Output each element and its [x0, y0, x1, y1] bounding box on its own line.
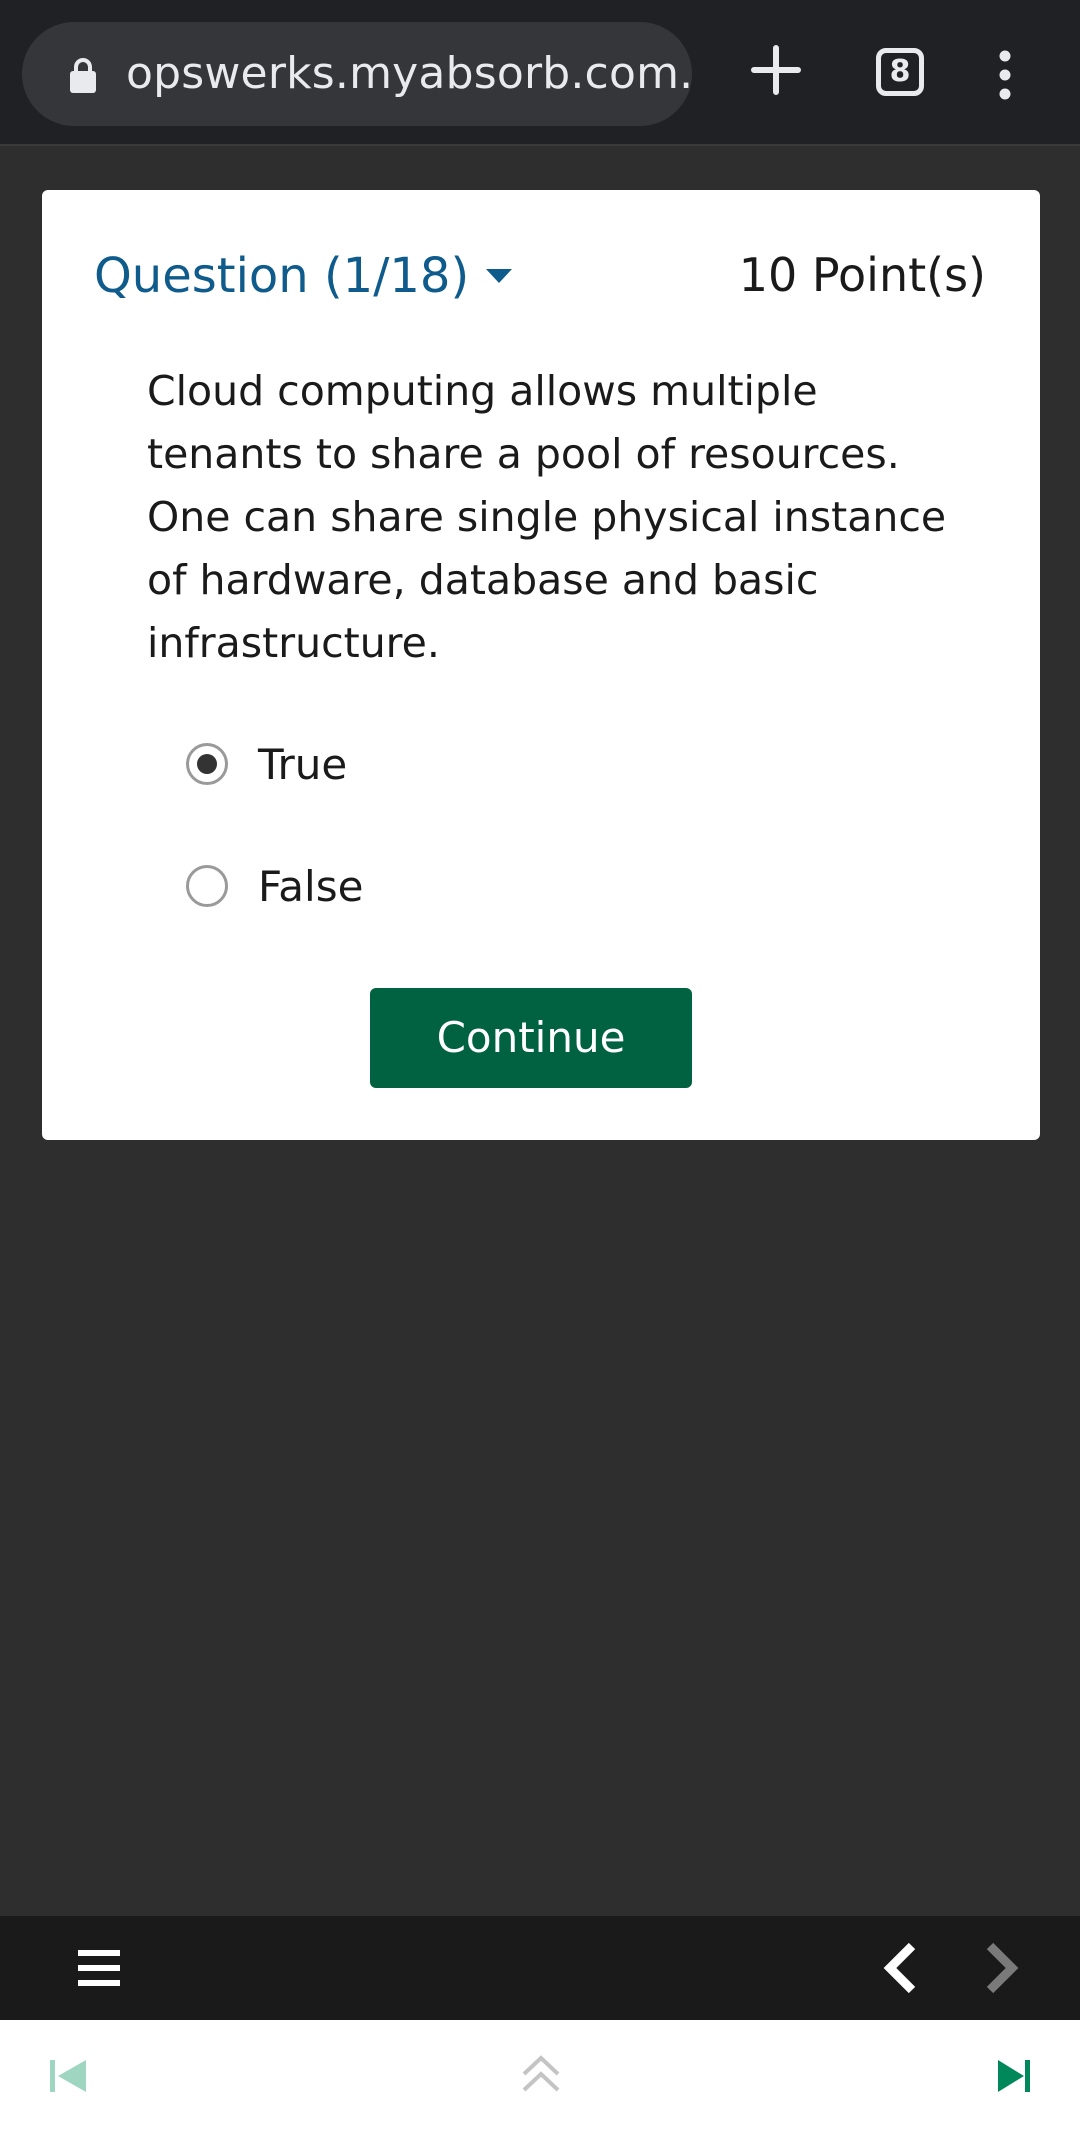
- question-label: Question (1/18): [94, 248, 470, 304]
- player-bar: [0, 1916, 1080, 2020]
- answer-option-false[interactable]: False: [186, 856, 363, 916]
- caret-down-icon: [486, 269, 513, 283]
- radio-true[interactable]: [186, 743, 228, 785]
- plus-icon[interactable]: [746, 40, 806, 100]
- radio-false[interactable]: [186, 865, 228, 907]
- skip-back-icon[interactable]: [48, 2058, 88, 2094]
- lock-icon: [70, 58, 96, 93]
- address-bar[interactable]: opswerks.myabsorb.com.au: [22, 22, 692, 126]
- answer-label-false: False: [258, 861, 364, 911]
- hamburger-icon[interactable]: [78, 1950, 120, 1986]
- more-vert-icon[interactable]: [990, 50, 1020, 100]
- answer-label-true: True: [258, 739, 348, 789]
- question-selector[interactable]: Question (1/18): [94, 248, 513, 304]
- browser-toolbar: opswerks.myabsorb.com.au 8: [0, 0, 1080, 146]
- double-chevron-up-icon[interactable]: [520, 2052, 562, 2094]
- tabs-count-button[interactable]: 8: [876, 48, 924, 96]
- question-text: Cloud computing allows multiple tenants …: [147, 367, 947, 667]
- bottom-nav: [0, 2020, 1080, 2131]
- chevron-left-icon[interactable]: [880, 1942, 920, 1994]
- points-label: 10 Point(s): [738, 248, 986, 302]
- url-text: opswerks.myabsorb.com.au: [126, 48, 692, 99]
- quiz-card: Question (1/18) 10 Point(s) Cloud comput…: [42, 190, 1040, 1140]
- skip-forward-icon[interactable]: [996, 2058, 1032, 2094]
- answer-option-true[interactable]: True: [186, 734, 347, 794]
- chevron-right-icon[interactable]: [982, 1942, 1022, 1994]
- continue-button[interactable]: Continue: [370, 988, 692, 1088]
